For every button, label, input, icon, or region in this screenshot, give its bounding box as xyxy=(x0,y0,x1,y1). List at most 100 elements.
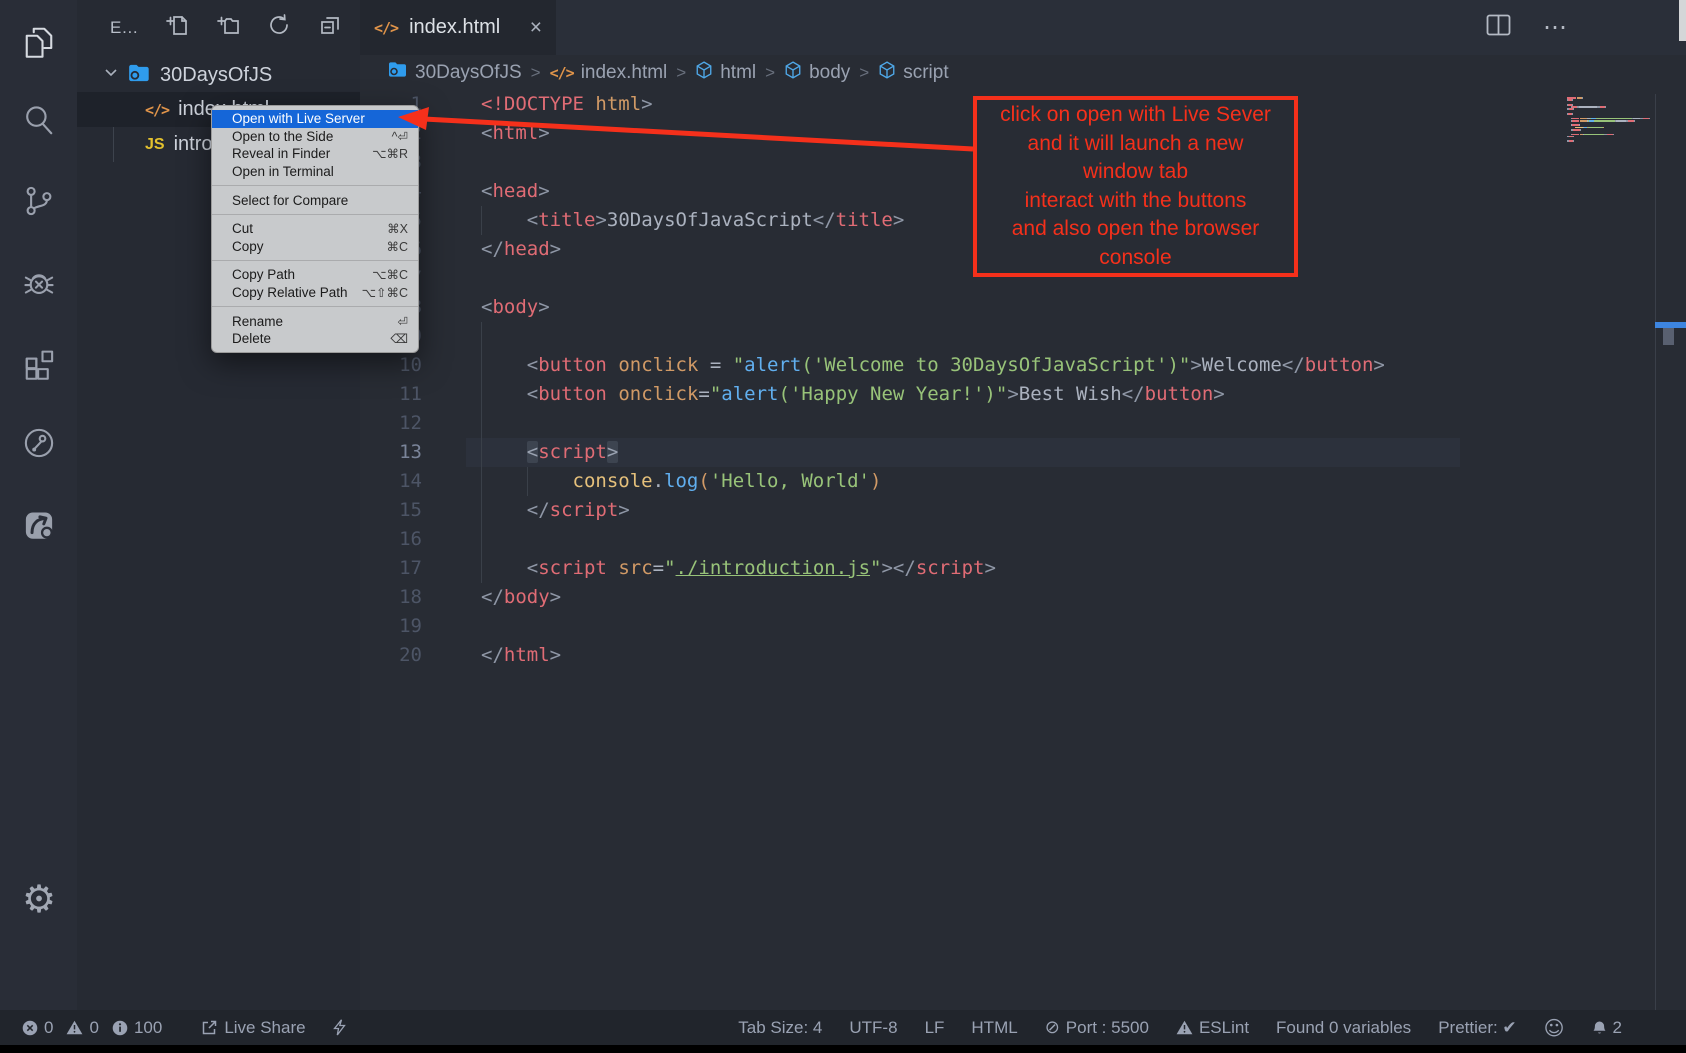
menu-separator xyxy=(212,214,418,215)
code-line-12[interactable]: 12 xyxy=(360,409,1686,438)
live-share-circle-icon[interactable] xyxy=(16,420,62,466)
breadcrumb-separator: > xyxy=(859,63,869,83)
breadcrumb-item-script[interactable]: script xyxy=(878,61,948,85)
annotation-line: console xyxy=(977,244,1294,273)
bolt-icon xyxy=(333,1019,346,1036)
go-live-share-icon[interactable] xyxy=(16,500,62,546)
annotation-box: click on open with Live Sever and it wil… xyxy=(973,96,1298,277)
line-number: 15 xyxy=(360,496,422,525)
breadcrumb-item-file[interactable]: </> index.html xyxy=(550,62,668,84)
code-line-20[interactable]: 20</html> xyxy=(360,641,1686,670)
line-number: 10 xyxy=(360,351,422,380)
status-label: 0 xyxy=(89,1018,98,1038)
chevron-down-icon xyxy=(103,64,119,87)
split-editor-icon[interactable] xyxy=(1486,14,1511,41)
breadcrumb-item-body[interactable]: body xyxy=(784,61,850,85)
status-item-live-share[interactable]: Live Share xyxy=(201,1018,305,1038)
smiley-icon: ☺ xyxy=(1544,1018,1565,1038)
minimap[interactable] xyxy=(1567,97,1651,147)
settings-gear-icon[interactable]: ⚙ xyxy=(16,877,62,923)
refresh-icon[interactable] xyxy=(267,13,291,42)
line-number: 12 xyxy=(360,409,422,438)
menu-item-open-to-the-side[interactable]: Open to the Side^⏎ xyxy=(212,128,418,146)
status-bar-right: Tab Size: 4 UTF-8 LF HTML ⊘Port : 5500 ESLint… xyxy=(738,1018,1686,1038)
js-file-icon: JS xyxy=(145,136,165,154)
more-actions-icon[interactable]: ⋯ xyxy=(1543,13,1568,42)
tab-index-html[interactable]: </> index.html × xyxy=(360,0,556,55)
status-item-0[interactable]: 0 xyxy=(22,1018,53,1038)
status-label: Port : 5500 xyxy=(1066,1018,1149,1038)
explorer-icon[interactable] xyxy=(16,18,62,64)
status-label: 2 xyxy=(1613,1018,1622,1038)
cube-icon xyxy=(878,61,896,85)
breadcrumb-separator: > xyxy=(676,63,686,83)
menu-item-copy-relative-path[interactable]: Copy Relative Path⌥⇧⌘C xyxy=(212,284,418,302)
activity-bar: ⚙ xyxy=(0,0,77,1010)
status-label: LF xyxy=(925,1018,945,1038)
warning-icon xyxy=(66,1020,83,1035)
menu-item-select-for-compare[interactable]: Select for Compare xyxy=(212,191,418,209)
status-item-2[interactable]: 2 xyxy=(1592,1018,1622,1038)
status-label: UTF-8 xyxy=(849,1018,897,1038)
menu-item-rename[interactable]: Rename⏎ xyxy=(212,312,418,330)
line-number: 14 xyxy=(360,467,422,496)
line-number: 19 xyxy=(360,612,422,641)
new-folder-icon[interactable] xyxy=(216,13,240,42)
overview-ruler-border xyxy=(1655,94,1656,1010)
menu-item-copy-path[interactable]: Copy Path⌥⌘C xyxy=(212,266,418,284)
scrollbar-thumb[interactable] xyxy=(1663,328,1674,345)
code-line-19[interactable]: 19 xyxy=(360,612,1686,641)
extensions-icon[interactable] xyxy=(16,340,62,386)
folder-row-30DaysOfJS[interactable]: 30DaysOfJS xyxy=(77,58,360,93)
status-label: HTML xyxy=(971,1018,1017,1038)
menu-item-cut[interactable]: Cut⌘X xyxy=(212,220,418,238)
context-menu: Open with Live ServerOpen to the Side^⏎R… xyxy=(211,105,419,353)
code-line-17[interactable]: 17 <script src="./introduction.js"></scr… xyxy=(360,554,1686,583)
code-line-18[interactable]: 18</body> xyxy=(360,583,1686,612)
code-line-14[interactable]: 14 console.log('Hello, World') xyxy=(360,467,1686,496)
breadcrumb-separator: > xyxy=(531,63,541,83)
status-label: Found 0 variables xyxy=(1276,1018,1411,1038)
status-item-smiley[interactable]: ☺ xyxy=(1544,1018,1565,1038)
code-line-15[interactable]: 15 </script> xyxy=(360,496,1686,525)
status-label: Live Share xyxy=(224,1018,305,1038)
code-line-9[interactable]: 9 xyxy=(360,322,1686,351)
menu-item-reveal-in-finder[interactable]: Reveal in Finder⌥⌘R xyxy=(212,145,418,163)
collapse-folders-icon[interactable] xyxy=(318,13,342,42)
menu-separator xyxy=(212,306,418,307)
html-file-icon: </> xyxy=(374,19,398,37)
status-item-html[interactable]: HTML xyxy=(971,1018,1017,1038)
status-item-prettier-[interactable]: Prettier: ✔ xyxy=(1438,1018,1516,1038)
code-line-10[interactable]: 10 <button onclick = "alert('Welcome to … xyxy=(360,351,1686,380)
status-item-utf-8[interactable]: UTF-8 xyxy=(849,1018,897,1038)
annotation-line: and it will launch a new xyxy=(977,130,1294,159)
status-item-bolt[interactable] xyxy=(333,1019,346,1036)
status-item-tab-size-4[interactable]: Tab Size: 4 xyxy=(738,1018,822,1038)
menu-item-copy[interactable]: Copy⌘C xyxy=(212,238,418,256)
new-file-icon[interactable] xyxy=(165,13,189,42)
search-icon[interactable] xyxy=(16,98,62,144)
breadcrumb-item-folder[interactable]: 30DaysOfJS xyxy=(388,61,522,84)
menu-item-open-in-terminal[interactable]: Open in Terminal xyxy=(212,163,418,181)
menu-separator xyxy=(212,185,418,186)
status-label: ESLint xyxy=(1199,1018,1249,1038)
status-item-found-0-variables[interactable]: Found 0 variables xyxy=(1276,1018,1411,1038)
status-item-port-5500[interactable]: ⊘Port : 5500 xyxy=(1045,1018,1149,1038)
code-line-16[interactable]: 16 xyxy=(360,525,1686,554)
source-control-icon[interactable] xyxy=(16,178,62,224)
breadcrumb-item-html[interactable]: html xyxy=(695,61,756,85)
code-line-11[interactable]: 11 <button onclick="alert('Happy New Yea… xyxy=(360,380,1686,409)
status-item-lf[interactable]: LF xyxy=(925,1018,945,1038)
menu-item-delete[interactable]: Delete⌫ xyxy=(212,330,418,348)
explorer-toolbar xyxy=(165,13,342,42)
status-item-100[interactable]: 100 xyxy=(112,1018,162,1038)
code-line-13[interactable]: 13 <script> xyxy=(360,438,1686,467)
status-item-eslint[interactable]: ESLint xyxy=(1176,1018,1249,1038)
code-line-8[interactable]: 8<body> xyxy=(360,293,1686,322)
menu-item-open-with-live-server[interactable]: Open with Live Server xyxy=(212,110,418,128)
folder-icon xyxy=(128,63,151,89)
run-debug-icon[interactable] xyxy=(16,259,62,305)
line-number: 11 xyxy=(360,380,422,409)
status-item-0[interactable]: 0 xyxy=(66,1018,98,1038)
close-tab-icon[interactable]: × xyxy=(530,16,542,40)
